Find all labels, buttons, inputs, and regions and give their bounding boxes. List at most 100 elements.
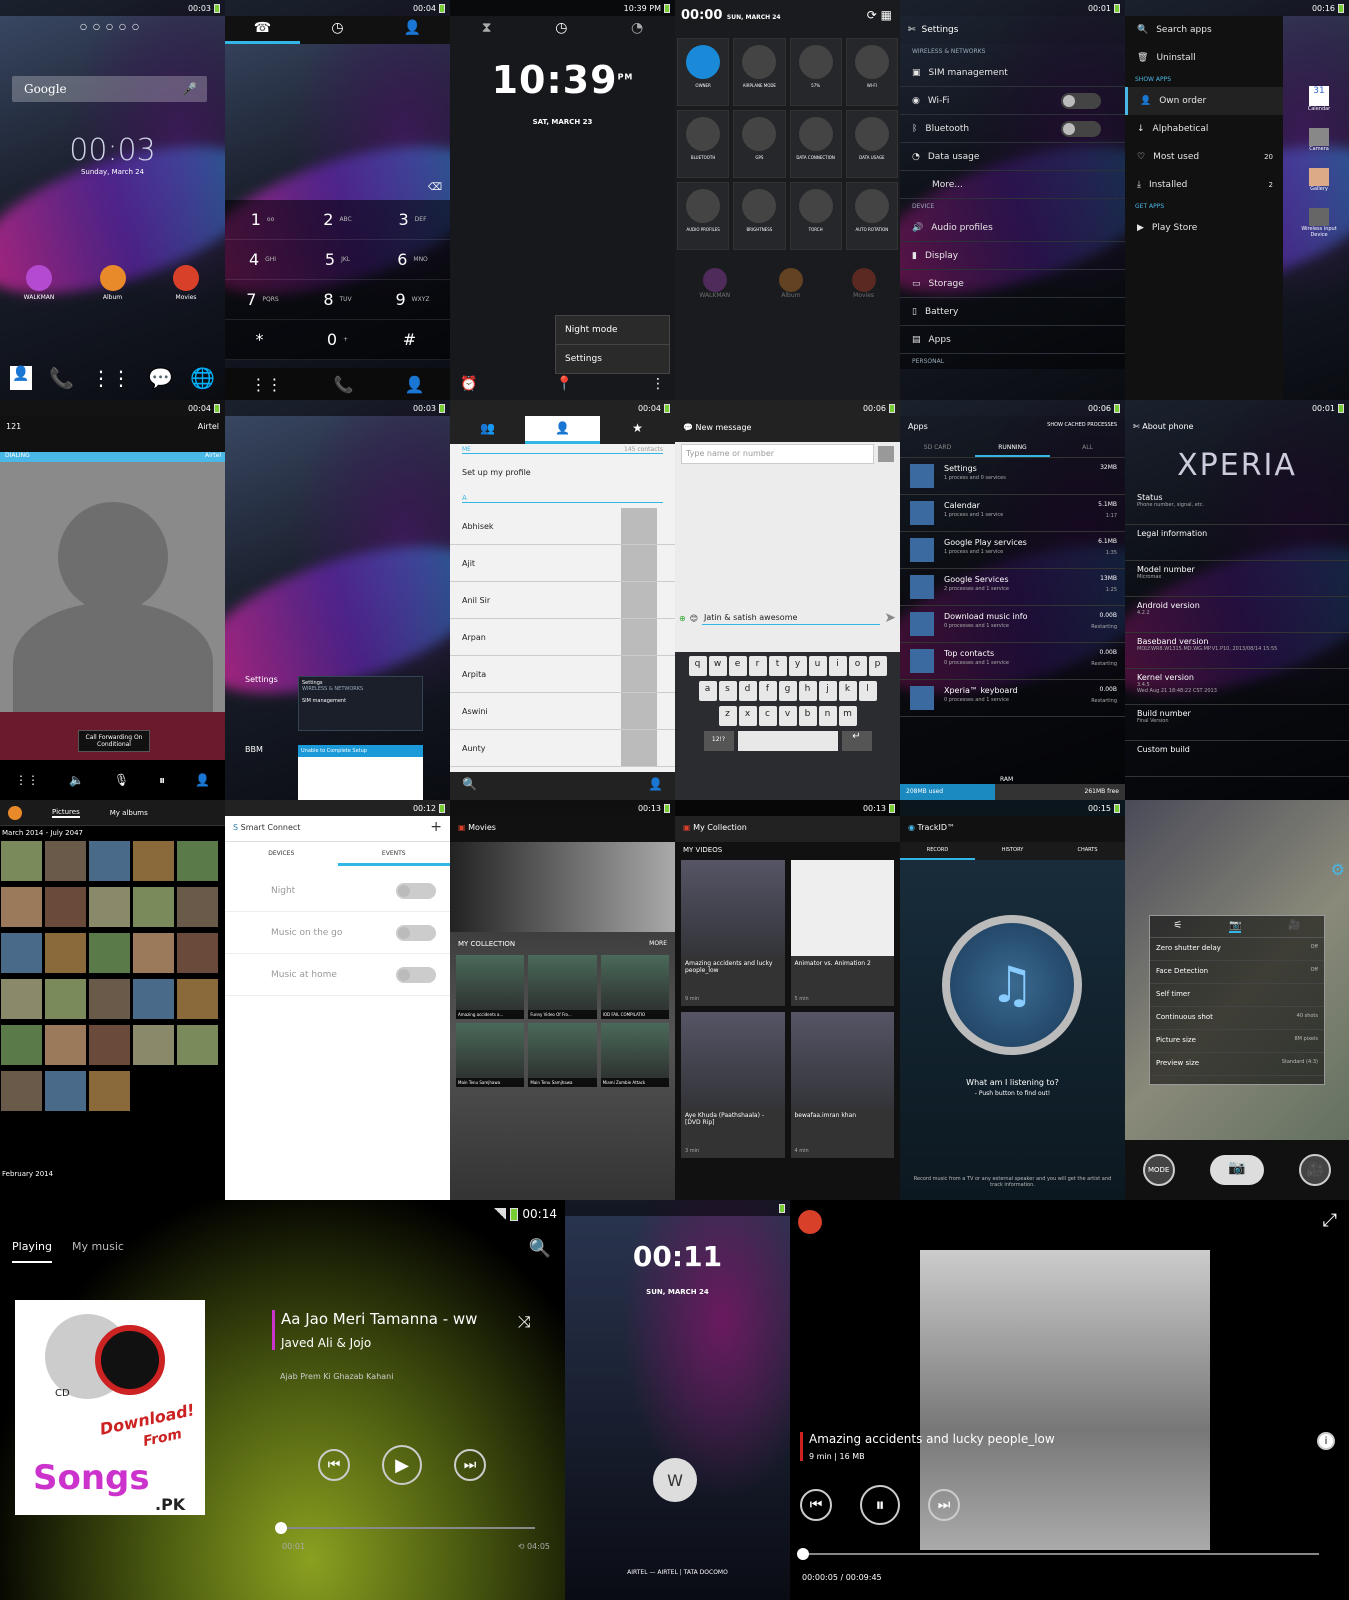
- keypad-icon[interactable]: ⋮⋮: [251, 375, 283, 394]
- keyboard-key[interactable]: s: [718, 681, 737, 701]
- phone-icon[interactable]: 📞: [49, 366, 74, 390]
- photo-thumb[interactable]: [44, 978, 87, 1020]
- sort-own-order[interactable]: 👤 Own order: [1125, 87, 1283, 115]
- recent-settings-thumb[interactable]: Settings WIRELESS & NETWORKS SIM managemen…: [298, 676, 423, 731]
- camera-setting-row[interactable]: Zero shutter delay Off: [1150, 938, 1324, 961]
- photo-thumb[interactable]: [88, 840, 131, 882]
- photo-thumb[interactable]: [88, 1024, 131, 1066]
- tab-all[interactable]: ALL: [1050, 440, 1125, 457]
- running-app-row[interactable]: Top contacts 0 processes and 1 service 0.0…: [900, 643, 1125, 680]
- display-item[interactable]: ▮ Display: [900, 242, 1125, 270]
- keyboard-key[interactable]: y: [788, 656, 807, 676]
- keyboard-key[interactable]: l: [858, 681, 877, 701]
- storage-item[interactable]: ▭ Storage: [900, 270, 1125, 298]
- video-tile[interactable]: Animator vs. Animation 2 5 min: [790, 860, 894, 1006]
- contact-row[interactable]: Arpita: [450, 656, 675, 693]
- wireless-input-app[interactable]: Wireless input Device: [1293, 208, 1345, 238]
- photo-thumb[interactable]: [44, 1070, 87, 1112]
- photo-thumb[interactable]: [176, 840, 219, 882]
- photo-thumb[interactable]: [0, 840, 43, 882]
- tab-playing[interactable]: Playing: [12, 1240, 52, 1263]
- overflow-menu-icon[interactable]: ⋮: [651, 376, 665, 392]
- contact-row[interactable]: Abhisek: [450, 508, 675, 545]
- contact-row[interactable]: Aunty: [450, 730, 675, 767]
- photo-thumb[interactable]: [176, 1024, 219, 1066]
- contacts-tab-icon[interactable]: 👤: [375, 16, 450, 44]
- walkman-unlock-icon[interactable]: W: [653, 1458, 697, 1502]
- mode-button[interactable]: MODE: [1142, 1154, 1175, 1186]
- attach-icon[interactable]: ⊕: [679, 614, 686, 623]
- camera-setting-row[interactable]: Face Detection Off: [1150, 961, 1324, 984]
- keyboard-key[interactable]: m: [838, 706, 857, 726]
- google-search-bar[interactable]: Google 🎤: [12, 76, 207, 102]
- about-item[interactable]: Status Phone number, signal, etc.: [1125, 489, 1349, 525]
- dial-key[interactable]: 4 GHI: [225, 240, 300, 280]
- photo-thumb[interactable]: [44, 886, 87, 928]
- previous-button[interactable]: ⏮: [318, 1449, 350, 1481]
- movie-tile[interactable]: Miami Zombie Attack: [600, 1023, 669, 1087]
- sort-most-used[interactable]: ♡ Most used 20: [1125, 143, 1283, 171]
- dial-key[interactable]: 7 PQRS: [225, 280, 300, 320]
- mic-icon[interactable]: 🎤: [182, 82, 197, 96]
- running-app-row[interactable]: Calendar 1 process and 1 service 5.1MB 1:17: [900, 495, 1125, 532]
- tab-history[interactable]: HISTORY: [975, 842, 1050, 860]
- photo-thumb[interactable]: [88, 978, 131, 1020]
- photo-thumb[interactable]: [88, 1070, 131, 1112]
- about-item[interactable]: Build number Final Version: [1125, 705, 1349, 741]
- running-app-row[interactable]: Google Play services 1 process and 1 serv…: [900, 532, 1125, 569]
- favorites-tab-icon[interactable]: ★: [600, 416, 675, 444]
- battery-item[interactable]: ▯ Battery: [900, 298, 1125, 326]
- photo-thumb[interactable]: [132, 840, 175, 882]
- dial-key[interactable]: 6 MNO: [375, 240, 450, 280]
- running-app-row[interactable]: Download music info 0 processes and 1 ser…: [900, 606, 1125, 643]
- add-contact-icon[interactable]: 👤: [648, 777, 663, 791]
- about-item[interactable]: Legal information: [1125, 525, 1349, 561]
- dial-key[interactable]: 1 oo: [225, 200, 300, 240]
- keypad-icon[interactable]: ⋮⋮: [15, 773, 39, 787]
- movies-app-icon[interactable]: [798, 1210, 822, 1234]
- keyboard-key[interactable]: f: [758, 681, 777, 701]
- event-music-go[interactable]: Music on the go: [225, 912, 450, 954]
- send-icon[interactable]: ➤: [884, 610, 896, 626]
- more-link[interactable]: MORE: [649, 940, 667, 947]
- speaker-icon[interactable]: 🔈: [69, 773, 84, 787]
- keyboard-key[interactable]: h: [798, 681, 817, 701]
- dial-key[interactable]: 0 +: [300, 320, 375, 360]
- tab-record[interactable]: RECORD: [900, 842, 975, 860]
- next-button[interactable]: ⏭: [454, 1449, 486, 1481]
- hold-icon[interactable]: ⏸: [159, 773, 165, 788]
- sort-alphabetical[interactable]: ↓ Alphabetical: [1125, 115, 1283, 143]
- toggle-tile[interactable]: AIRPLANE MODE: [733, 38, 786, 106]
- movie-tile[interactable]: IOD FAIL COMPILATIO: [600, 955, 669, 1019]
- movie-tile[interactable]: Amazing accidents a...: [456, 955, 525, 1019]
- running-app-row[interactable]: Xperia™ keyboard 0 processes and 1 servic…: [900, 680, 1125, 717]
- search-icon[interactable]: 🔍: [462, 777, 477, 791]
- uninstall-item[interactable]: 🗑 Uninstall: [1125, 44, 1283, 72]
- messaging-icon[interactable]: 💬: [148, 366, 173, 390]
- photo-thumb[interactable]: [44, 840, 87, 882]
- tab-events[interactable]: EVENTS: [337, 844, 450, 866]
- calendar-app[interactable]: 31 Calendar: [1293, 86, 1345, 112]
- bluetooth-item[interactable]: ᛒ Bluetooth: [900, 115, 1125, 143]
- photo-thumb[interactable]: [176, 932, 219, 974]
- emoji-icon[interactable]: 😊: [690, 614, 698, 623]
- play-store-item[interactable]: ▶ Play Store: [1125, 214, 1283, 242]
- contact-row[interactable]: Anil Sir: [450, 582, 675, 619]
- more-item[interactable]: More...: [900, 171, 1125, 199]
- keyboard-key[interactable]: w: [708, 656, 727, 676]
- recent-bbm-thumb[interactable]: Unable to Complete Setup: [298, 745, 423, 800]
- browser-icon[interactable]: 🌐: [190, 366, 215, 390]
- wifi-item[interactable]: ◉ Wi-Fi: [900, 87, 1125, 115]
- photo-thumb[interactable]: [0, 932, 43, 974]
- data-usage-item[interactable]: ◔ Data usage: [900, 143, 1125, 171]
- call-icon[interactable]: 📞: [334, 375, 354, 394]
- toggle-tile[interactable]: AUDIO PROFILES: [677, 182, 730, 250]
- setup-profile[interactable]: Set up my profile: [462, 468, 531, 477]
- toggle-tile[interactable]: OWNER: [677, 38, 730, 106]
- contact-row[interactable]: Ajit: [450, 545, 675, 582]
- tab-my-music[interactable]: My music: [72, 1240, 124, 1263]
- walkman-app[interactable]: WALKMAN: [14, 265, 64, 301]
- camera-setting-row[interactable]: Continuous shot 40 shots: [1150, 1007, 1324, 1030]
- message-input[interactable]: Jatin & satish awesome: [702, 611, 881, 625]
- photo-thumb[interactable]: [44, 932, 87, 974]
